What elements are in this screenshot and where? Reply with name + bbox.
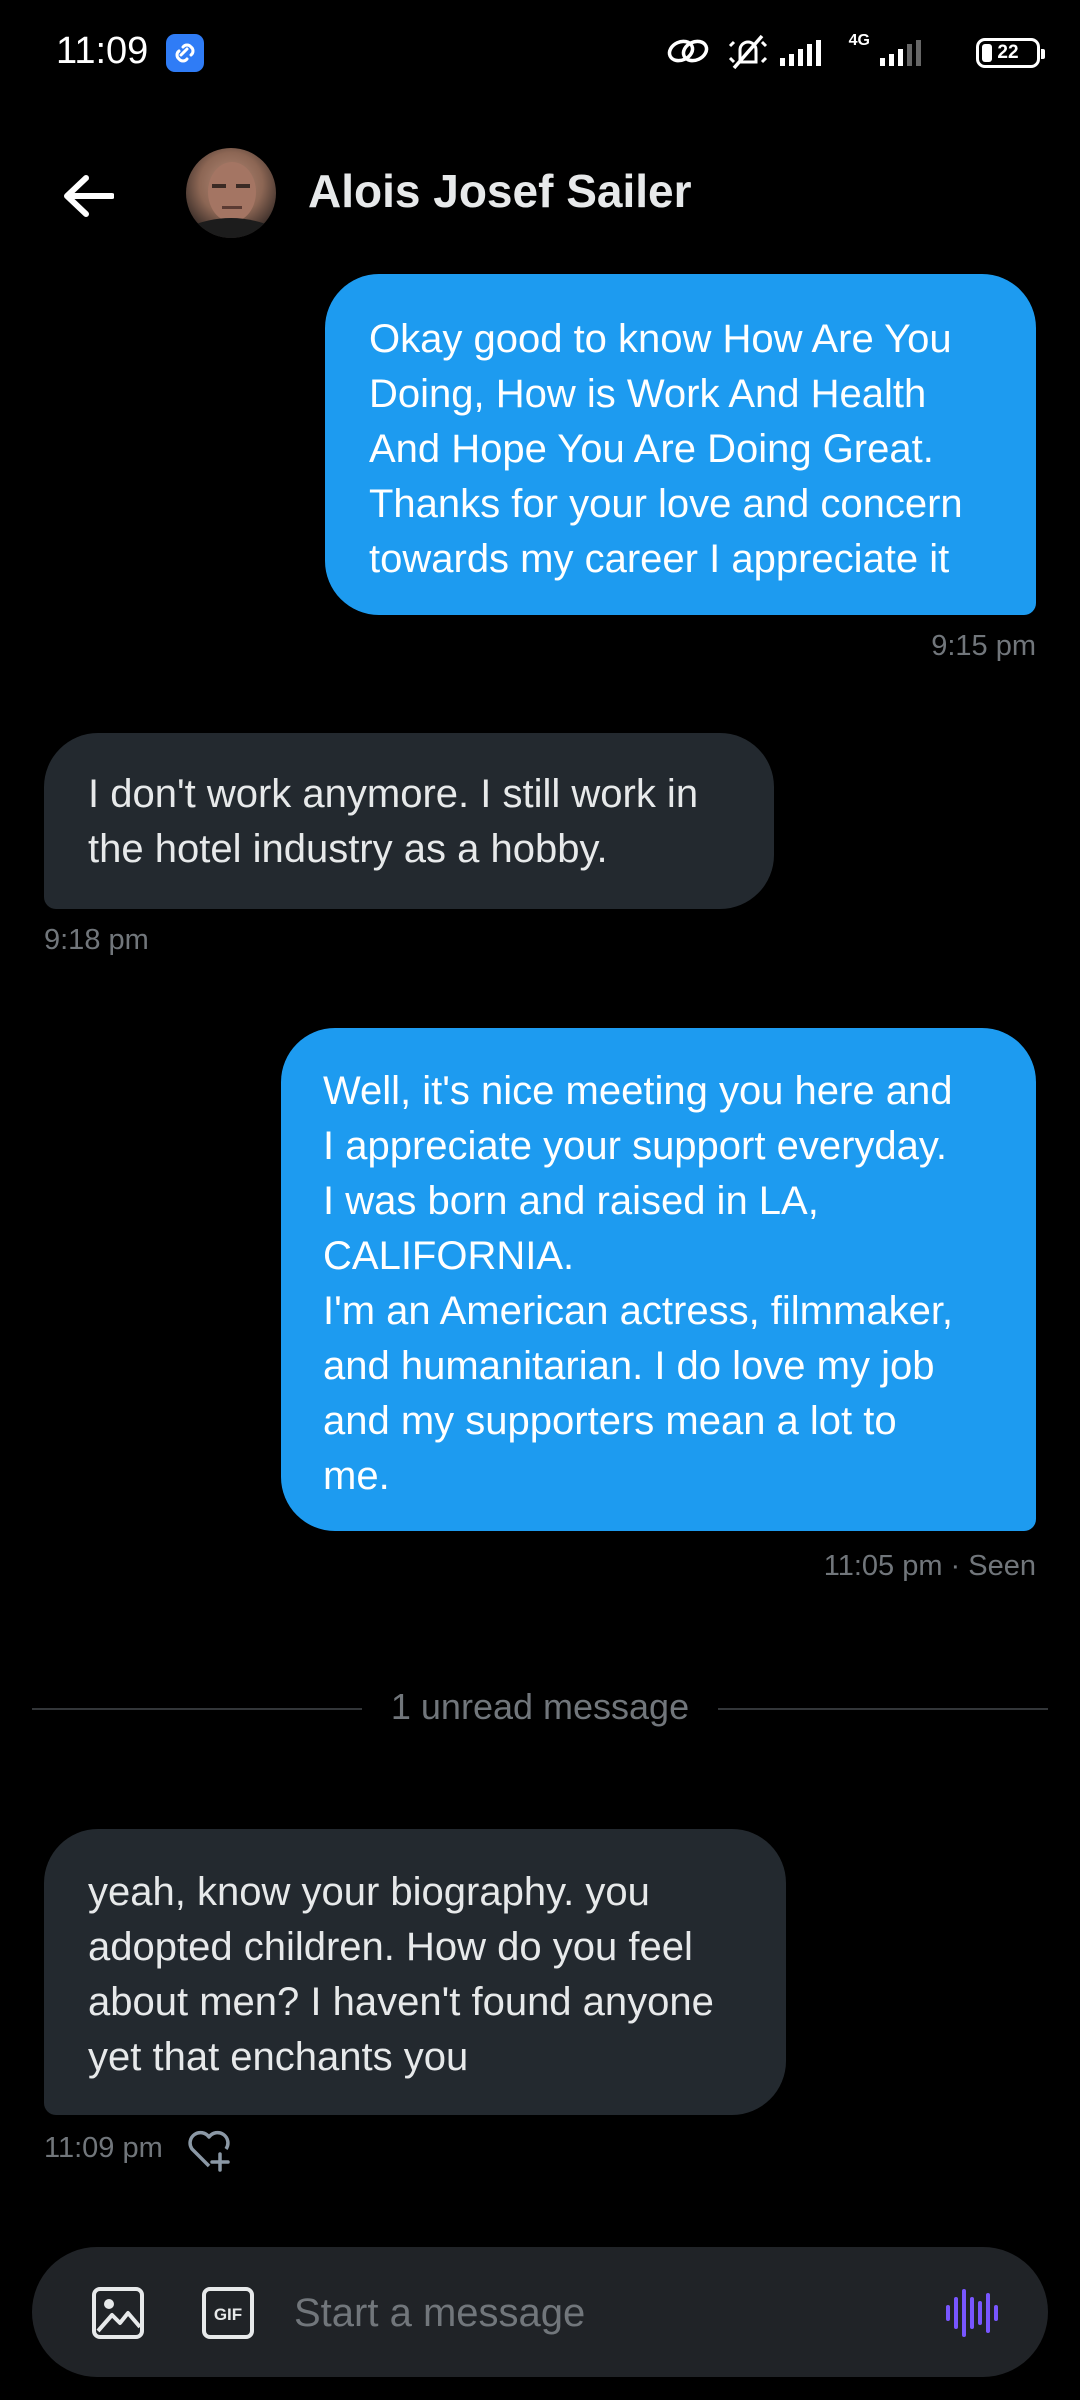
avatar-face-icon bbox=[186, 162, 276, 238]
voice-message-button[interactable] bbox=[942, 2285, 998, 2341]
conversation-header: Alois Josef Sailer bbox=[0, 130, 1080, 260]
message-bubble-received[interactable]: I don't work anymore. I still work in th… bbox=[44, 733, 774, 909]
heart-plus-icon bbox=[188, 2130, 230, 2172]
add-gif-button[interactable]: GIF bbox=[200, 2285, 256, 2341]
battery-percent: 22 bbox=[997, 42, 1019, 63]
link-app-icon bbox=[166, 34, 204, 72]
back-button[interactable] bbox=[52, 160, 124, 232]
gif-icon: GIF bbox=[202, 2287, 254, 2339]
image-icon bbox=[92, 2287, 144, 2339]
status-icons: 4G 22 bbox=[667, 30, 1045, 78]
message-bubble-received[interactable]: yeah, know your biography. you adopted c… bbox=[44, 1829, 786, 2115]
signal-strength-icon bbox=[780, 40, 822, 71]
back-arrow-icon bbox=[64, 175, 114, 217]
voice-wave-icon bbox=[946, 2289, 998, 2337]
message-timestamp: 11:09 pm bbox=[44, 2132, 163, 2164]
message-bubble-sent[interactable]: Well, it's nice meeting you here and I a… bbox=[281, 1028, 1036, 1531]
vibrate-mute-icon bbox=[726, 32, 770, 77]
message-bubble-sent[interactable]: Okay good to know How Are You Doing, How… bbox=[325, 274, 1036, 615]
status-time: 11:09 bbox=[56, 30, 149, 72]
message-input[interactable] bbox=[292, 2277, 936, 2349]
contact-avatar[interactable] bbox=[186, 148, 276, 238]
message-timestamp: 9:18 pm bbox=[44, 924, 149, 956]
add-image-button[interactable] bbox=[90, 2285, 146, 2341]
signal-strength-2-icon bbox=[880, 40, 928, 71]
network-type: 4G bbox=[848, 32, 870, 49]
hotspot-link-icon bbox=[666, 36, 710, 71]
react-like-button[interactable] bbox=[184, 2124, 234, 2174]
contact-name[interactable]: Alois Josef Sailer bbox=[308, 164, 692, 218]
battery-icon: 22 bbox=[976, 38, 1045, 68]
message-composer: GIF bbox=[32, 2247, 1048, 2377]
unread-divider: 1 unread message bbox=[32, 1680, 1048, 1740]
chat-screen: 11:09 4G 22 Alois Josef Sailer Okay good… bbox=[0, 0, 1080, 2400]
unread-label: 1 unread message bbox=[390, 1686, 690, 1727]
message-timestamp: 9:15 pm bbox=[931, 630, 1036, 662]
status-bar: 11:09 4G 22 bbox=[0, 0, 1080, 110]
divider-line bbox=[718, 1708, 1048, 1710]
battery-tip bbox=[1041, 49, 1045, 59]
message-status: 11:05 pm · Seen bbox=[823, 1550, 1036, 1582]
svg-text:GIF: GIF bbox=[214, 2305, 242, 2324]
